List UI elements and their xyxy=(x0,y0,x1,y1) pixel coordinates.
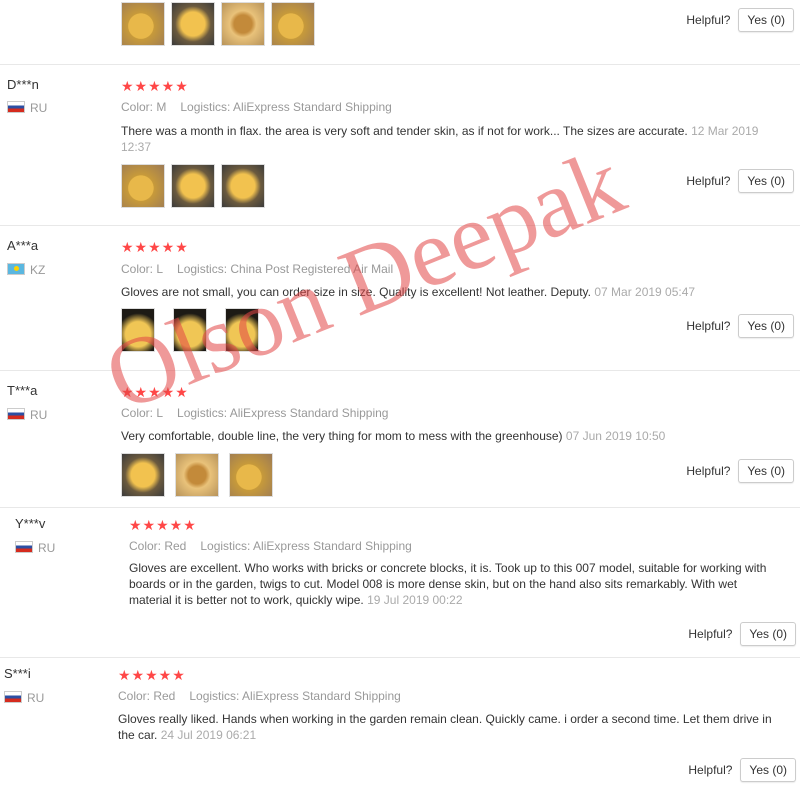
review-photos xyxy=(121,308,259,352)
review-logistics: Logistics: AliExpress Standard Shipping xyxy=(180,100,392,114)
reviewer-country: RU xyxy=(15,541,55,555)
review-color: Color: Red xyxy=(129,539,187,553)
review-item: S***i RU ★★★★★ Color: Red Logistics: AliE… xyxy=(0,657,800,795)
country-code: RU xyxy=(38,541,56,555)
helpful-row: Helpful? Yes (0) xyxy=(688,758,796,782)
flag-icon xyxy=(4,691,22,703)
review-photos xyxy=(121,2,315,46)
review-photo[interactable] xyxy=(121,164,165,208)
reviewer-name: T***a xyxy=(7,383,38,398)
review-photo[interactable] xyxy=(173,308,207,352)
review-photo[interactable] xyxy=(121,453,165,497)
review-meta: Color: Red Logistics: AliExpress Standard… xyxy=(129,539,412,553)
reviewer-name: A***a xyxy=(7,238,39,253)
review-photo[interactable] xyxy=(229,453,273,497)
review-text: Very comfortable, double line, the very … xyxy=(121,428,771,444)
review-text: Gloves really liked. Hands when working … xyxy=(118,711,778,743)
helpful-label: Helpful? xyxy=(688,763,733,777)
country-code: RU xyxy=(30,408,48,422)
review-meta: Color: M Logistics: AliExpress Standard S… xyxy=(121,100,392,114)
review-photos xyxy=(121,453,273,497)
helpful-yes-button[interactable]: Yes (0) xyxy=(738,169,794,193)
review-body: There was a month in flax. the area is v… xyxy=(121,124,688,138)
review-photo[interactable] xyxy=(121,308,155,352)
review-item: Y***v RU ★★★★★ Color: Red Logistics: AliE… xyxy=(0,507,800,657)
review-text: Gloves are not small, you can order size… xyxy=(121,284,771,300)
flag-icon xyxy=(15,541,33,553)
review-logistics: Logistics: AliExpress Standard Shipping xyxy=(189,689,401,703)
country-code: KZ xyxy=(30,263,46,277)
reviewer-country: RU xyxy=(4,691,44,705)
helpful-yes-button[interactable]: Yes (0) xyxy=(740,758,796,782)
helpful-row: Helpful? Yes (0) xyxy=(688,622,796,646)
star-rating: ★★★★★ xyxy=(121,78,189,94)
helpful-yes-button[interactable]: Yes (0) xyxy=(738,8,794,32)
review-item: A***a KZ ★★★★★ Color: L Logistics: China … xyxy=(0,225,800,370)
helpful-yes-button[interactable]: Yes (0) xyxy=(740,622,796,646)
helpful-label: Helpful? xyxy=(686,174,731,188)
star-rating: ★★★★★ xyxy=(121,384,189,400)
review-photo[interactable] xyxy=(271,2,315,46)
reviewer-name: D***n xyxy=(7,77,39,92)
review-color: Color: M xyxy=(121,100,167,114)
review-photo[interactable] xyxy=(171,2,215,46)
helpful-row: Helpful? Yes (0) xyxy=(686,8,794,32)
review-date: 07 Jun 2019 10:50 xyxy=(565,429,666,443)
review-photo[interactable] xyxy=(225,308,259,352)
reviewer-country: RU xyxy=(7,408,47,422)
review-color: Color: L xyxy=(121,262,164,276)
review-text: There was a month in flax. the area is v… xyxy=(121,123,771,155)
review-item: Helpful? Yes (0) xyxy=(0,0,800,64)
helpful-label: Helpful? xyxy=(688,627,733,641)
helpful-label: Helpful? xyxy=(686,319,731,333)
review-item: D***n RU ★★★★★ Color: M Logistics: AliExp… xyxy=(0,64,800,225)
review-photos xyxy=(121,164,265,208)
review-photo[interactable] xyxy=(171,164,215,208)
flag-icon xyxy=(7,263,25,275)
review-item: T***a RU ★★★★★ Color: L Logistics: AliExp… xyxy=(0,370,800,507)
review-meta: Color: L Logistics: China Post Registered… xyxy=(121,262,393,276)
helpful-yes-button[interactable]: Yes (0) xyxy=(738,314,794,338)
review-photo[interactable] xyxy=(221,164,265,208)
review-body: Gloves are not small, you can order size… xyxy=(121,285,591,299)
review-photo[interactable] xyxy=(175,453,219,497)
review-date: 24 Jul 2019 06:21 xyxy=(160,728,257,742)
review-photo[interactable] xyxy=(121,2,165,46)
helpful-label: Helpful? xyxy=(686,13,731,27)
review-body: Very comfortable, double line, the very … xyxy=(121,429,563,443)
helpful-row: Helpful? Yes (0) xyxy=(686,314,794,338)
helpful-row: Helpful? Yes (0) xyxy=(686,459,794,483)
review-color: Color: L xyxy=(121,406,164,420)
review-logistics: Logistics: AliExpress Standard Shipping xyxy=(177,406,389,420)
review-meta: Color: Red Logistics: AliExpress Standard… xyxy=(118,689,401,703)
review-logistics: Logistics: China Post Registered Air Mai… xyxy=(177,262,394,276)
flag-icon xyxy=(7,408,25,420)
review-date: 07 Mar 2019 05:47 xyxy=(594,285,696,299)
review-text: Gloves are excellent. Who works with bri… xyxy=(129,560,779,608)
review-photo[interactable] xyxy=(221,2,265,46)
reviewer-country: KZ xyxy=(7,263,45,277)
flag-icon xyxy=(7,101,25,113)
review-logistics: Logistics: AliExpress Standard Shipping xyxy=(200,539,412,553)
reviewer-name: Y***v xyxy=(15,516,46,531)
review-date: 19 Jul 2019 00:22 xyxy=(367,593,463,607)
review-meta: Color: L Logistics: AliExpress Standard S… xyxy=(121,406,388,420)
reviewer-name: S***i xyxy=(4,666,31,681)
helpful-yes-button[interactable]: Yes (0) xyxy=(738,459,794,483)
helpful-label: Helpful? xyxy=(686,464,731,478)
star-rating: ★★★★★ xyxy=(118,667,186,683)
review-color: Color: Red xyxy=(118,689,176,703)
helpful-row: Helpful? Yes (0) xyxy=(686,169,794,193)
reviewer-country: RU xyxy=(7,101,47,115)
country-code: RU xyxy=(27,691,45,705)
country-code: RU xyxy=(30,101,48,115)
star-rating: ★★★★★ xyxy=(121,239,189,255)
star-rating: ★★★★★ xyxy=(129,517,197,533)
